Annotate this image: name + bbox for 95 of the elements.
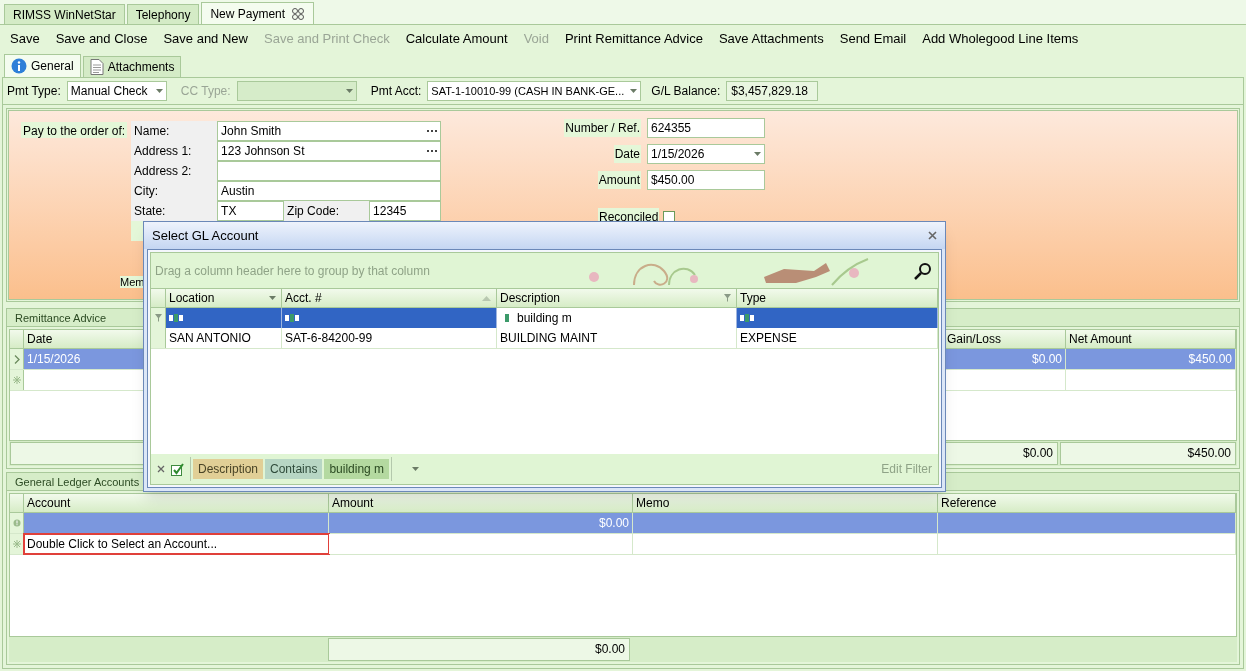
column-header[interactable]: Reference	[938, 494, 1236, 512]
field-label: Number / Ref.	[564, 119, 641, 137]
text-filter-icon	[285, 314, 299, 322]
close-icon	[157, 465, 165, 473]
filter-cell[interactable]	[737, 308, 938, 328]
row-pointer-icon	[13, 354, 20, 364]
field-label: Zip Code:	[284, 201, 370, 221]
caret-icon	[155, 89, 163, 93]
column-header[interactable]: Memo	[633, 494, 938, 512]
filter-value-chip[interactable]: building m	[324, 459, 390, 479]
toolbar-button[interactable]: Save	[4, 27, 46, 51]
row-header[interactable]	[10, 534, 24, 554]
document-tab[interactable]: New Payment	[201, 2, 315, 24]
table-cell: $450.00	[1066, 349, 1236, 369]
row-header[interactable]	[10, 513, 24, 533]
document-tab[interactable]: RIMSS WinNetStar	[4, 4, 125, 24]
field-label: CC Type:	[180, 83, 231, 100]
toolbar-button[interactable]: Print Remittance Advice	[558, 27, 709, 51]
total-cell: $450.00	[1060, 442, 1236, 465]
document-icon	[89, 59, 104, 75]
form-tab[interactable]: Attachments	[82, 56, 182, 77]
total-cell: $0.00	[328, 638, 630, 661]
text-filter-icon	[169, 314, 183, 322]
row-header[interactable]	[151, 308, 166, 328]
filter-icon	[154, 314, 162, 322]
column-header[interactable]: Amount	[329, 494, 633, 512]
input-field[interactable]: TX	[217, 201, 285, 221]
table-cell: $0.00	[329, 513, 633, 533]
field-label: Pmt Acct:	[370, 83, 422, 100]
field-label: Pmt Type:	[7, 83, 61, 100]
column-header[interactable]: Account	[24, 494, 329, 512]
toolbar-button[interactable]: Send Email	[833, 27, 913, 51]
input-field[interactable]	[217, 161, 442, 181]
table-cell: Double Click to Select an Account...	[24, 534, 329, 554]
input-field[interactable]: John Smith	[217, 121, 442, 141]
row-header[interactable]	[10, 349, 24, 369]
error-icon	[12, 519, 21, 527]
toolbar-button[interactable]: Save and Close	[49, 27, 154, 51]
input-field[interactable]: $450.00	[647, 170, 765, 190]
sort-ascending-icon	[482, 295, 491, 301]
field-label: Date	[613, 145, 641, 163]
toolbar-button[interactable]: Save and New	[157, 27, 254, 51]
search-icon	[914, 261, 932, 280]
toolbar-button[interactable]: Save Attachments	[712, 27, 830, 51]
field-label: Address 1:	[131, 141, 218, 161]
filter-field-chip[interactable]: Description	[193, 459, 264, 479]
text-filter-icon	[740, 314, 754, 322]
form-tab[interactable]: General	[4, 54, 81, 77]
field-label: City:	[131, 181, 218, 201]
toolbar-button[interactable]: Calculate Amount	[399, 27, 514, 51]
field-label: Address 2:	[131, 161, 218, 181]
info-icon	[11, 58, 27, 74]
balance-field: $3,457,829.18	[726, 81, 819, 101]
filter-cell[interactable]	[166, 308, 282, 328]
close-icon	[928, 231, 937, 240]
payment-type-dropdown[interactable]: Manual Check	[66, 81, 167, 101]
table-cell: SAT-6-84200-99	[282, 328, 497, 348]
table-cell: BUILDING MAINT	[497, 328, 737, 348]
table-cell: EXPENSE	[737, 328, 938, 348]
field-label: Name:	[131, 121, 218, 141]
field-label: Amount	[597, 171, 641, 189]
group-hint: Drag a column header here to group by that column	[155, 262, 430, 280]
filter-icon	[724, 294, 731, 302]
input-field[interactable]: 12345	[369, 201, 442, 221]
field-label: State:	[131, 201, 218, 221]
caret-icon	[269, 296, 276, 300]
caret-icon	[345, 89, 353, 93]
field-label: G/L Balance:	[651, 83, 721, 100]
table-cell: $0.00	[944, 349, 1066, 369]
row-header[interactable]	[10, 370, 24, 390]
filter-operator-chip[interactable]: Contains	[265, 459, 323, 479]
column-header[interactable]: Description	[497, 289, 737, 307]
toolbar-button[interactable]: Add Wholegood Line Items	[916, 27, 1085, 51]
input-field[interactable]: 123 Johnson St	[217, 141, 442, 161]
column-header[interactable]: Location	[166, 289, 282, 307]
dialog-title: Select GL Account	[152, 226, 259, 245]
caret-icon	[754, 152, 761, 156]
payment-account-dropdown[interactable]: SAT-1-10010-99 (CASH IN BANK-GE...	[427, 81, 642, 101]
field-label: Pay to the order of:	[21, 122, 128, 138]
input-field[interactable]: Austin	[217, 181, 442, 201]
input-field[interactable]: 624355	[647, 118, 765, 138]
section-title: General Ledger Accounts	[15, 476, 140, 488]
column-header[interactable]: Acct. #	[282, 289, 497, 307]
section-title: Remittance Advice	[15, 312, 107, 324]
table-cell: SAN ANTONIO	[166, 328, 282, 348]
new-row-icon	[12, 376, 21, 384]
filter-checkbox[interactable]	[171, 462, 184, 476]
column-header[interactable]: Type	[737, 289, 938, 307]
column-header[interactable]: Net Amount	[1066, 330, 1236, 348]
caret-icon	[630, 89, 638, 93]
date-dropdown[interactable]: 1/15/2026	[647, 144, 765, 164]
new-row-icon	[12, 540, 21, 548]
row-header[interactable]	[151, 328, 166, 348]
document-tab[interactable]: Telephony	[126, 4, 200, 24]
filter-cell[interactable]: building m	[497, 308, 737, 328]
